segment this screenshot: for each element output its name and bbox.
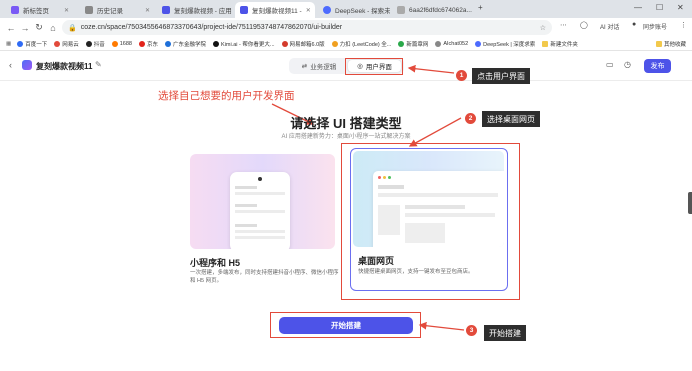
logic-icon: ⇄ <box>301 63 308 70</box>
step-badge-3: 3 <box>466 325 477 336</box>
annotation-note: 选择自己想要的用户开发界面 <box>158 90 295 102</box>
apps-icon[interactable]: ▦ <box>6 41 11 47</box>
mock-line <box>235 210 285 213</box>
bookmark-item[interactable]: DeepSeek | 深度求索 <box>475 40 535 48</box>
bookmark-item[interactable]: AIchat052 <box>435 40 468 47</box>
bookmark-icon <box>54 40 61 47</box>
browser-tab-active[interactable]: 复刻爆款视频11 - ✕ <box>235 2 315 18</box>
browser-tab[interactable]: 历史记录 ✕ <box>80 2 155 18</box>
back-chevron-icon[interactable]: ‹ <box>9 60 12 70</box>
mock-line <box>235 192 285 195</box>
mock-line <box>235 186 257 189</box>
maximize-icon[interactable]: ☐ <box>656 3 663 12</box>
close-icon[interactable]: ✕ <box>232 7 233 14</box>
callout-1: 点击用户界面 <box>472 68 530 84</box>
publish-button[interactable]: 发布 <box>644 59 671 73</box>
mock-line <box>235 236 285 239</box>
bookmark-item[interactable]: 网易邮箱6.0版 <box>281 40 325 48</box>
mock-line <box>235 224 257 227</box>
bookmark-icon <box>398 40 405 47</box>
account-icon[interactable]: ◯ <box>580 21 588 29</box>
browser-tab[interactable]: 新标签页 ✕ <box>6 2 74 18</box>
bookmark-icon <box>111 40 118 47</box>
new-tab-icon[interactable]: + <box>478 3 483 12</box>
layout-icon[interactable]: ▭ <box>606 60 614 69</box>
browser-tab[interactable]: DeepSeek - 探索未至✕ <box>318 2 390 18</box>
history-clock-icon[interactable]: ◷ <box>624 60 631 69</box>
lock-icon: 🔒 <box>68 24 77 32</box>
mock-line <box>235 230 285 233</box>
callout-3: 开始搭建 <box>484 325 526 341</box>
extension-icon[interactable]: ⋯ <box>560 21 567 29</box>
app-logo-icon <box>22 60 32 70</box>
bookmark-item[interactable]: 京东 <box>139 40 158 48</box>
bookmark-icon <box>213 40 220 47</box>
coze-favicon-icon <box>162 6 170 14</box>
page-title: 请选择 UI 搭建类型 <box>290 116 402 131</box>
step-badge-1: 1 <box>456 70 467 81</box>
browser-tab[interactable]: 6aa2f6dfdc674062a...✕ <box>392 2 472 18</box>
deepseek-favicon-icon <box>323 6 331 14</box>
bookmark-icon <box>331 40 338 47</box>
highlight-box-ui-tab <box>345 58 403 75</box>
profile-label[interactable]: 同步账号 <box>643 22 667 31</box>
minimize-icon[interactable]: — <box>634 3 642 12</box>
mock-line <box>235 204 257 207</box>
file-favicon-icon <box>397 6 405 14</box>
app-name: 复刻爆款视频11 <box>36 62 93 71</box>
folder-icon <box>655 40 662 47</box>
bookmark-icon <box>475 40 482 47</box>
highlight-box-desktop-card <box>341 143 520 300</box>
highlight-box-start-button <box>270 312 421 338</box>
close-icon[interactable]: ✕ <box>302 7 311 14</box>
forward-icon[interactable]: → <box>18 23 32 33</box>
other-bookmarks[interactable]: 其他收藏 <box>655 40 686 48</box>
tab-business-logic[interactable]: ⇄ 业务逻辑 <box>292 60 346 72</box>
bookmark-item[interactable]: 1688 <box>111 40 132 47</box>
close-icon[interactable]: ✕ <box>60 7 69 14</box>
home-icon[interactable]: ⌂ <box>46 23 60 33</box>
bookmark-star-icon[interactable]: ☆ <box>540 24 546 32</box>
bookmark-icon <box>139 40 145 47</box>
browser-toolbar: ← → ↻ ⌂ 🔒 coze.cn/space/7503455646873370… <box>0 18 692 37</box>
card-description: 一次搭建，多端发布，同时支持搭建抖音小程序、微信小程序和 H5 网页。 <box>190 270 339 284</box>
bookmark-item[interactable]: 网易云 <box>54 40 79 48</box>
close-icon[interactable]: ✕ <box>141 7 150 14</box>
bookmark-icon <box>17 40 24 47</box>
history-icon <box>85 6 93 14</box>
profile-avatar-icon[interactable]: ● <box>632 21 636 28</box>
ai-chat-button[interactable]: AI 对话 <box>600 22 619 31</box>
bookmark-icon <box>85 40 92 47</box>
folder-icon <box>542 40 549 47</box>
coze-favicon-icon <box>240 6 248 14</box>
arrow-3 <box>418 321 465 331</box>
page-subtitle: AI 应用搭建新势力：桌面/小程序一站式解决方案 <box>281 134 411 140</box>
menu-icon[interactable]: ⋮ <box>680 21 687 29</box>
side-panel-handle[interactable] <box>688 192 692 214</box>
card-miniprogram-h5[interactable]: 小程序和 H5 一次搭建，多端发布，同时支持搭建抖音小程序、微信小程序和 H5 … <box>190 154 339 292</box>
bookmark-item[interactable]: 新篇章网 <box>398 40 428 48</box>
tab-favicon-icon <box>11 6 19 14</box>
back-icon[interactable]: ← <box>4 23 18 33</box>
bookmark-icon <box>281 40 288 47</box>
bookmark-item[interactable]: 百度一下 <box>17 40 47 48</box>
bookmark-folder[interactable]: 新建文件夹 <box>542 40 578 48</box>
bookmark-icon <box>165 40 172 47</box>
bookmarks-bar: ▦ 百度一下 网易云 抖音 1688 京东 广东金融学院 Kimi.ai - 帮… <box>0 37 692 51</box>
bookmark-item[interactable]: 力扣 (LeetCode) 全... <box>331 40 391 48</box>
bookmark-icon <box>435 40 442 47</box>
bookmark-item[interactable]: Kimi.ai - 帮你看更大... <box>213 40 275 48</box>
close-window-icon[interactable]: ✕ <box>677 3 684 12</box>
bookmark-item[interactable]: 抖音 <box>85 40 105 48</box>
browser-tab-strip: 新标签页✕ 历史记录✕ 复刻爆款视频 - 应用✕ 复刻爆款视频11 -✕ Dee… <box>0 0 692 18</box>
address-bar[interactable]: 🔒 coze.cn/space/7503455646873370643/proj… <box>62 20 552 35</box>
card-preview <box>190 154 335 249</box>
camera-dot <box>258 177 262 181</box>
edit-icon[interactable]: ✎ <box>95 60 102 69</box>
bookmark-item[interactable]: 广东金融学院 <box>165 40 206 48</box>
card-title: 小程序和 H5 <box>190 258 241 268</box>
browser-tab[interactable]: 复刻爆款视频 - 应用✕ <box>157 2 233 18</box>
phone-mockup <box>230 172 290 249</box>
reload-icon[interactable]: ↻ <box>32 22 46 33</box>
